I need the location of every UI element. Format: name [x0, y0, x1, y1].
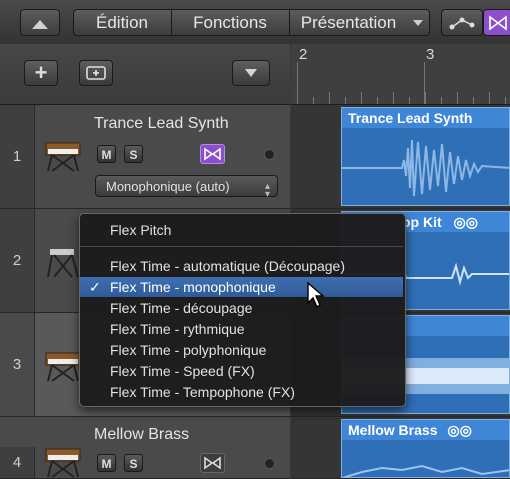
beat-tick [409, 97, 410, 104]
menu-item-flex-time-poly[interactable]: Flex Time - polyphonique [80, 340, 403, 360]
track-row[interactable]: 4 Mellow Brass M S [0, 417, 290, 479]
region-title-text: Mellow Brass [348, 422, 438, 438]
beat-tick [313, 97, 314, 104]
track-number: 3 [0, 313, 35, 416]
flex-icon [204, 456, 221, 470]
menu-presentation[interactable]: Présentation [289, 9, 430, 36]
beat-tick [329, 92, 330, 104]
menu-fonctions[interactable]: Fonctions [171, 9, 289, 36]
solo-button[interactable]: S [124, 454, 143, 472]
flex-link-icon: ◎◎ [447, 422, 472, 438]
region-title: Mellow Brass ◎◎ [342, 420, 509, 440]
beat-tick [393, 92, 394, 104]
beat-tick [505, 97, 506, 104]
chevron-down-icon [413, 20, 423, 26]
track-flex-button[interactable] [200, 453, 225, 473]
menu-item-flex-time-mono[interactable]: ✓ Flex Time - monophonique [80, 277, 403, 297]
control-bar: Édition Fonctions Présentation [0, 0, 510, 45]
flex-link-icon: ◎◎ [453, 214, 478, 230]
options-dropdown-button[interactable] [232, 60, 270, 86]
stepper-arrows-icon: ▾ [264, 189, 270, 200]
folder-plus-icon [86, 66, 106, 80]
beat-tick [457, 92, 458, 104]
audio-region[interactable]: Mellow Brass ◎◎ [341, 419, 510, 478]
checkmark-icon: ✓ [89, 279, 101, 295]
beat-tick [441, 97, 442, 104]
add-folder-button[interactable] [79, 60, 113, 86]
track-number: 1 [0, 105, 35, 208]
up-arrow-button[interactable] [20, 9, 60, 36]
flex-mode-popup-menu: Flex Pitch Flex Time - automatique (Déco… [79, 213, 406, 407]
add-track-button[interactable]: + [24, 60, 58, 86]
flex-mode-select[interactable]: Monophonique (auto) ▴ ▾ [95, 175, 278, 200]
track-flex-button[interactable] [200, 144, 225, 164]
waveform [342, 139, 509, 197]
mouse-cursor-icon [307, 281, 325, 309]
menu-item-flex-time-slicing[interactable]: Flex Time - découpage [80, 298, 403, 318]
record-indicator [264, 458, 275, 469]
menu-item-flex-time-speed[interactable]: Flex Time - Speed (FX) [80, 361, 403, 381]
record-indicator [264, 149, 275, 160]
menu-item-flex-pitch[interactable]: Flex Pitch [80, 220, 403, 240]
menu-item-flex-time-tempophone[interactable]: Flex Time - Tempophone (FX) [80, 382, 403, 402]
plus-icon: + [34, 60, 48, 85]
synth-keyboard-icon [45, 448, 81, 478]
automation-curve-icon [449, 17, 475, 30]
beat-tick [345, 97, 346, 104]
triangle-down-icon [245, 69, 257, 77]
menu-item-flex-time-rhythmic[interactable]: Flex Time - rythmique [80, 319, 403, 339]
solo-button[interactable]: S [124, 145, 143, 163]
beat-tick [377, 97, 378, 104]
menu-item-label: Flex Time - monophonique [110, 279, 276, 295]
waveform [342, 464, 509, 477]
timeline-ruler[interactable]: 2 3 [291, 44, 510, 105]
synth-keyboard-icon [45, 352, 81, 382]
beat-tick [361, 92, 362, 104]
arrow-up-icon [32, 20, 48, 29]
beat-tick [297, 92, 298, 104]
mute-button[interactable]: M [97, 145, 116, 163]
mute-button[interactable]: M [97, 454, 116, 472]
track-number: 2 [0, 209, 35, 312]
track-number: 4 [0, 447, 35, 478]
track-name[interactable]: Mellow Brass [94, 426, 189, 444]
bar-number: 3 [426, 46, 435, 63]
automation-button[interactable] [441, 9, 483, 36]
beat-tick [489, 92, 490, 104]
bar-number: 2 [299, 46, 308, 63]
menu-item-flex-time-auto[interactable]: Flex Time - automatique (Découpage) [80, 256, 403, 276]
beat-tick [425, 92, 426, 104]
flex-icon [489, 15, 507, 31]
track-row[interactable]: 1 Trance Lead Synth M S Monophonique (au… [0, 105, 290, 209]
flex-mode-value: Monophonique (auto) [106, 179, 230, 194]
synth-keyboard-icon [45, 142, 81, 172]
drum-kit-icon [47, 249, 79, 278]
track-header-toolbar: + [0, 44, 290, 105]
region-title: Trance Lead Synth [342, 108, 509, 128]
menu-edition[interactable]: Édition [73, 9, 171, 36]
audio-region[interactable]: Trance Lead Synth [341, 107, 510, 206]
menu-separator [80, 246, 403, 247]
beat-tick [473, 97, 474, 104]
flex-icon [204, 147, 221, 161]
track-name[interactable]: Trance Lead Synth [94, 115, 229, 133]
flex-button[interactable] [483, 9, 510, 36]
region-title-text: op Kit [402, 214, 442, 230]
